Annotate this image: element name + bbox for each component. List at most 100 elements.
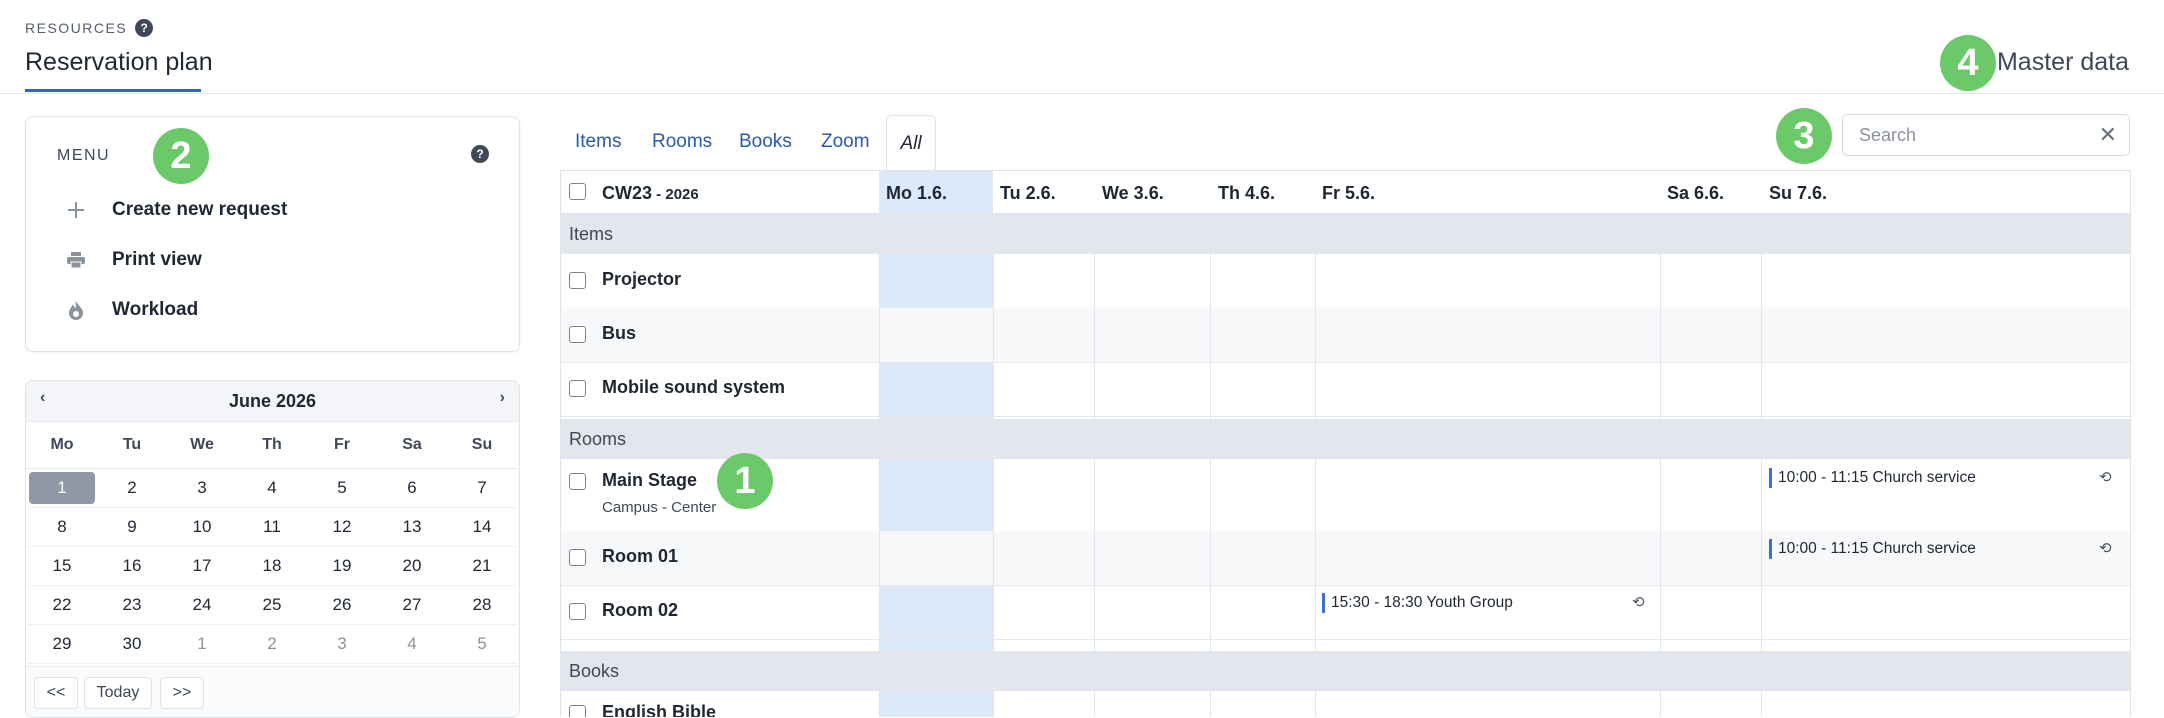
day-header-th[interactable]: Th 4.6.	[1218, 183, 1275, 204]
calendar-day[interactable]: 9	[97, 508, 167, 547]
calendar-day[interactable]: 17	[167, 547, 237, 586]
calendar-day[interactable]: 5	[307, 469, 377, 508]
resource-name[interactable]: Room 01	[602, 546, 678, 567]
grid-line	[879, 213, 880, 717]
resource-row[interactable]: Projector	[561, 254, 2130, 309]
tab-reservation-plan[interactable]: Reservation plan	[25, 48, 213, 77]
print-view-button[interactable]: Print view	[62, 249, 202, 271]
active-tab-underline	[25, 89, 201, 92]
calendar-day[interactable]: 11	[237, 508, 307, 547]
menu-card: MENU ? Create new request Print view Wor…	[25, 116, 520, 352]
calendar-day[interactable]: 4	[237, 469, 307, 508]
row-checkbox[interactable]	[569, 326, 586, 343]
breadcrumb-resources[interactable]: RESOURCES	[25, 20, 127, 36]
calendar-prev-week-button[interactable]: <<	[34, 677, 78, 709]
calendar-day[interactable]: 12	[307, 508, 377, 547]
section-label: Rooms	[569, 429, 627, 449]
calendar-day[interactable]: 2	[97, 469, 167, 508]
row-checkbox[interactable]	[569, 380, 586, 397]
calendar-day[interactable]: 29	[27, 625, 97, 664]
reservation-event[interactable]: 10:00 - 11:15 Church service	[1769, 539, 1976, 559]
tab-all[interactable]: All	[886, 115, 936, 172]
calendar-day-selected[interactable]: 1	[27, 469, 97, 508]
calendar-day[interactable]: 27	[377, 586, 447, 625]
calendar-day[interactable]: 24	[167, 586, 237, 625]
calendar-day[interactable]: 20	[377, 547, 447, 586]
resource-name[interactable]: Projector	[602, 269, 681, 290]
row-checkbox[interactable]	[569, 549, 586, 566]
calendar-day[interactable]: 19	[307, 547, 377, 586]
master-data-link[interactable]: Master data	[1997, 48, 2129, 77]
calendar-next-week-button[interactable]: >>	[160, 677, 204, 709]
select-all-checkbox[interactable]	[569, 183, 586, 200]
resource-row[interactable]: English Bible	[561, 691, 2130, 717]
calendar-day[interactable]: 21	[447, 547, 517, 586]
tab-items[interactable]: Items	[575, 131, 621, 153]
calendar-day[interactable]: 8	[27, 508, 97, 547]
tab-books[interactable]: Books	[739, 131, 792, 153]
help-icon[interactable]: ?	[135, 19, 154, 37]
day-header-mo[interactable]: Mo 1.6.	[886, 183, 947, 204]
calendar-day-next-month[interactable]: 2	[237, 625, 307, 664]
clear-search-icon[interactable]: ✕	[2099, 122, 2117, 148]
tab-rooms[interactable]: Rooms	[652, 131, 712, 153]
resource-row[interactable]: Mobile sound system	[561, 362, 2130, 417]
row-checkbox[interactable]	[569, 272, 586, 289]
calendar-day[interactable]: 13	[377, 508, 447, 547]
resource-row[interactable]: Room 01 10:00 - 11:15 Church service ⟲	[561, 531, 2130, 586]
reservation-event[interactable]: 10:00 - 11:15 Church service	[1769, 468, 1976, 488]
resource-name[interactable]: Room 02	[602, 600, 678, 621]
row-checkbox[interactable]	[569, 603, 586, 620]
calendar-day[interactable]: 15	[27, 547, 97, 586]
calendar-day[interactable]: 10	[167, 508, 237, 547]
day-header-tu[interactable]: Tu 2.6.	[1000, 183, 1056, 204]
calendar-day-next-month[interactable]: 1	[167, 625, 237, 664]
calendar-day[interactable]: 22	[27, 586, 97, 625]
resource-name[interactable]: English Bible	[602, 702, 716, 717]
menu-help-icon[interactable]: ?	[471, 145, 489, 163]
resource-name[interactable]: Main Stage	[602, 470, 697, 491]
calendar-day-next-month[interactable]: 4	[377, 625, 447, 664]
resource-row[interactable]: Bus	[561, 308, 2130, 363]
day-header-sa[interactable]: Sa 6.6.	[1667, 183, 1724, 204]
calendar-day[interactable]: 18	[237, 547, 307, 586]
calendar-day-next-month[interactable]: 5	[447, 625, 517, 664]
workload-button[interactable]: Workload	[62, 299, 198, 321]
resource-name[interactable]: Mobile sound system	[602, 377, 785, 398]
tab-zoom[interactable]: Zoom	[821, 131, 870, 153]
calendar-next-month-icon[interactable]: ›	[500, 389, 505, 407]
calendar-day[interactable]: 14	[447, 508, 517, 547]
printer-icon	[62, 251, 90, 269]
annotation-badge-1: 1	[717, 453, 773, 509]
calendar-today-button[interactable]: Today	[84, 677, 152, 709]
calendar-day[interactable]: 23	[97, 586, 167, 625]
grid-line	[1315, 213, 1316, 717]
reservation-event[interactable]: 15:30 - 18:30 Youth Group	[1322, 593, 1513, 613]
page-header: RESOURCES ? Reservation plan Master data	[0, 0, 2164, 94]
weekday-label: Mo	[27, 422, 97, 469]
calendar-day-next-month[interactable]: 3	[307, 625, 377, 664]
weekday-label: Th	[237, 422, 307, 469]
calendar-day[interactable]: 16	[97, 547, 167, 586]
resource-row[interactable]: Room 02 15:30 - 18:30 Youth Group ⟲	[561, 585, 2130, 640]
calendar-day[interactable]: 25	[237, 586, 307, 625]
calendar-day[interactable]: 30	[97, 625, 167, 664]
grid-line	[1660, 213, 1661, 717]
day-header-su[interactable]: Su 7.6.	[1769, 183, 1827, 204]
day-header-we[interactable]: We 3.6.	[1102, 183, 1164, 204]
calendar-day[interactable]: 28	[447, 586, 517, 625]
create-new-request-button[interactable]: Create new request	[62, 199, 287, 221]
calendar-day[interactable]: 26	[307, 586, 377, 625]
search-input[interactable]	[1857, 123, 2081, 147]
weekday-label: We	[167, 422, 237, 469]
calendar-day[interactable]: 3	[167, 469, 237, 508]
day-header-fr[interactable]: Fr 5.6.	[1322, 183, 1375, 204]
resource-name[interactable]: Bus	[602, 323, 636, 344]
row-checkbox[interactable]	[569, 705, 586, 717]
row-checkbox[interactable]	[569, 473, 586, 490]
resource-row[interactable]: Main Stage Campus - Center 10:00 - 11:15…	[561, 459, 2130, 532]
calendar-prev-month-icon[interactable]: ‹	[40, 389, 45, 407]
calendar-day[interactable]: 6	[377, 469, 447, 508]
grid-line	[993, 213, 994, 717]
calendar-day[interactable]: 7	[447, 469, 517, 508]
